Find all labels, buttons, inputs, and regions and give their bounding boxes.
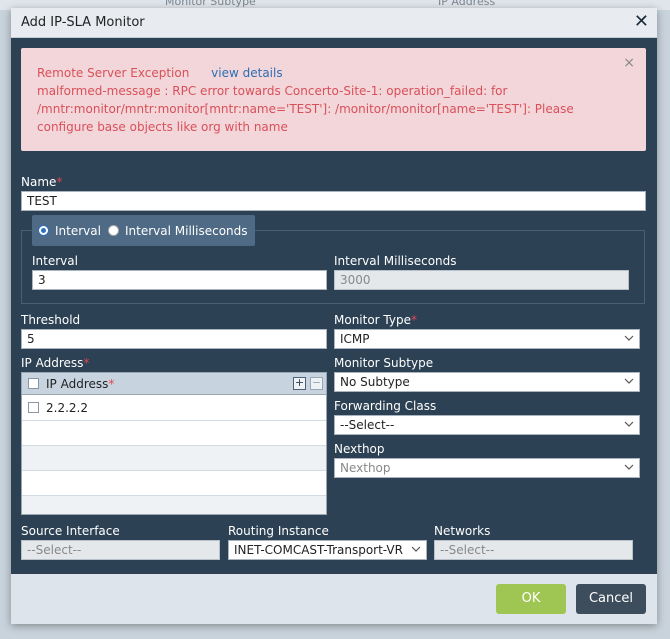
alert-message: malformed-message : RPC error towards Co…	[37, 84, 574, 134]
ip-address-label-text: IP Address	[21, 356, 84, 370]
monitor-type-value: ICMP	[340, 332, 370, 346]
alert-close-icon[interactable]: ×	[623, 54, 635, 72]
ip-address-cell: 2.2.2.2	[46, 401, 88, 415]
monitor-subtype-value: No Subtype	[340, 375, 410, 389]
nexthop-select[interactable]: Nexthop	[334, 458, 640, 478]
add-ip-sla-monitor-dialog: Add IP-SLA Monitor ✕ Remote Server Excep…	[11, 8, 657, 624]
row-checkbox[interactable]	[28, 402, 39, 413]
required-marker: *	[108, 377, 115, 391]
grid-header: IP Address* + −	[22, 373, 326, 395]
background-ip-address-header: IP Address	[438, 0, 496, 8]
threshold-label: Threshold	[21, 313, 81, 327]
monitor-type-label: Monitor Type*	[334, 313, 417, 327]
required-marker: *	[411, 313, 417, 327]
interval-mode-selector: Interval Interval Milliseconds	[32, 215, 255, 246]
chevron-down-icon	[624, 378, 634, 384]
table-row[interactable]: 2.2.2.2	[22, 396, 326, 421]
chevron-down-icon	[624, 335, 634, 341]
cancel-button[interactable]: Cancel	[576, 584, 646, 614]
routing-instance-select[interactable]: INET-COMCAST-Transport-VR	[228, 540, 427, 560]
interval-radio-label[interactable]: Interval	[55, 224, 101, 238]
ok-button[interactable]: OK	[496, 584, 566, 614]
interval-ms-label: Interval Milliseconds	[334, 254, 457, 268]
source-interface-select: --Select--	[21, 540, 220, 560]
networks-label: Networks	[434, 524, 491, 538]
add-row-button[interactable]: +	[293, 377, 306, 390]
empty-row	[22, 446, 326, 471]
view-details-link[interactable]: view details	[211, 66, 282, 80]
networks-select: --Select--	[434, 540, 633, 560]
dialog-title: Add IP-SLA Monitor	[21, 15, 145, 30]
chevron-down-icon	[624, 464, 634, 470]
empty-row	[22, 496, 326, 514]
interval-ms-radio-label[interactable]: Interval Milliseconds	[125, 224, 248, 238]
monitor-type-label-text: Monitor Type	[334, 313, 411, 327]
remove-row-button[interactable]: −	[310, 377, 323, 390]
monitor-subtype-label: Monitor Subtype	[334, 356, 434, 370]
threshold-input[interactable]: 5	[21, 329, 327, 349]
interval-ms-input: 3000	[334, 270, 629, 290]
required-marker: *	[56, 175, 63, 189]
empty-row	[22, 471, 326, 496]
close-icon[interactable]: ✕	[634, 12, 649, 32]
monitor-type-select[interactable]: ICMP	[334, 329, 640, 349]
dialog-footer: OK Cancel	[11, 574, 657, 624]
forwarding-class-label: Forwarding Class	[334, 399, 437, 413]
routing-instance-label: Routing Instance	[228, 524, 329, 538]
interval-label: Interval	[32, 254, 78, 268]
interval-input[interactable]: 3	[32, 270, 327, 290]
interval-ms-radio[interactable]	[108, 225, 119, 236]
name-label-text: Name	[21, 175, 57, 189]
routing-instance-value: INET-COMCAST-Transport-VR	[234, 543, 403, 557]
dialog-header: Add IP-SLA Monitor ✕	[11, 8, 657, 38]
empty-row	[22, 421, 326, 446]
error-alert: Remote Server Exception view details mal…	[21, 48, 646, 151]
required-marker: *	[83, 356, 90, 370]
background-monitor-subtype-header: Monitor Subtype	[165, 0, 256, 8]
alert-heading: Remote Server Exception	[37, 66, 190, 80]
nexthop-label: Nexthop	[334, 442, 385, 456]
select-all-checkbox[interactable]	[28, 378, 39, 389]
forwarding-class-value: --Select--	[340, 418, 395, 432]
ip-address-grid: IP Address* + − 2.2.2.2	[21, 372, 327, 515]
ip-address-label: IP Address*	[21, 356, 89, 370]
interval-radio[interactable]	[38, 225, 49, 236]
nexthop-placeholder: Nexthop	[340, 461, 391, 475]
chevron-down-icon	[411, 546, 421, 552]
name-input[interactable]: TEST	[21, 191, 646, 211]
chevron-down-icon	[624, 421, 634, 427]
source-interface-label: Source Interface	[21, 524, 120, 538]
column-title: IP Address	[46, 377, 109, 391]
name-label: Name*	[21, 175, 62, 189]
grid-column-header: IP Address*	[46, 377, 114, 391]
monitor-subtype-select[interactable]: No Subtype	[334, 372, 640, 392]
forwarding-class-select[interactable]: --Select--	[334, 415, 640, 435]
